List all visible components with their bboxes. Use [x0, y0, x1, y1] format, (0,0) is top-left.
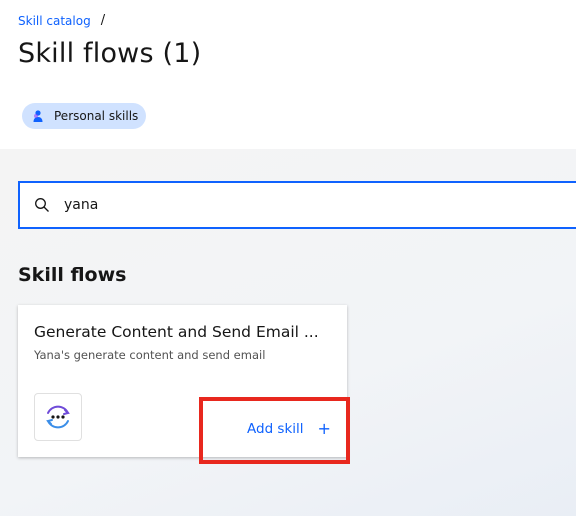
personal-skills-tag[interactable]: Personal skills: [22, 103, 147, 129]
search-input[interactable]: [64, 197, 524, 213]
breadcrumb: Skill catalog /: [18, 13, 105, 28]
card-description: Yana's generate content and send email: [34, 348, 266, 362]
page-title: Skill flows (1): [18, 38, 202, 69]
main-content: Skill flows Generate Content and Send Em…: [0, 149, 576, 516]
tag-label: Personal skills: [54, 109, 139, 123]
breadcrumb-separator: /: [100, 13, 106, 28]
card-title: Generate Content and Send Email ...: [34, 323, 319, 341]
flow-logo-icon: [34, 393, 82, 441]
breadcrumb-link-skill-catalog[interactable]: Skill catalog: [18, 14, 91, 28]
search-icon: [34, 197, 50, 213]
add-skill-button[interactable]: Add skill +: [229, 409, 335, 449]
search-bar[interactable]: [18, 181, 576, 229]
section-title: Skill flows: [18, 264, 127, 286]
skill-flow-card[interactable]: Generate Content and Send Email ... Yana…: [18, 305, 347, 457]
person-icon: [30, 108, 46, 124]
page-header: Skill catalog / Skill flows (1) Personal…: [0, 0, 576, 149]
plus-icon: +: [317, 419, 331, 438]
add-skill-label: Add skill: [247, 421, 304, 437]
